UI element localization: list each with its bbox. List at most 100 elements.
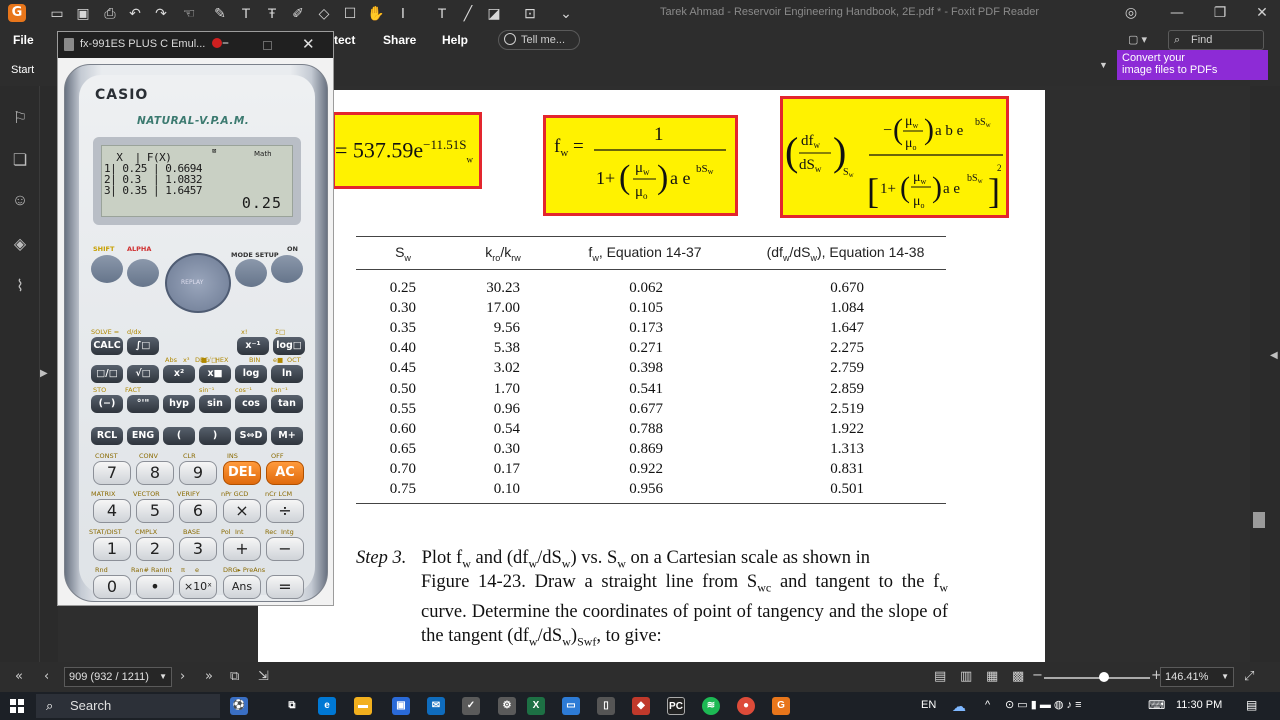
keyboard-icon[interactable]: ⌨ — [1148, 698, 1165, 712]
key-plus[interactable]: + — [223, 537, 261, 561]
zoom-slider[interactable] — [1044, 677, 1150, 679]
pencil-icon[interactable]: ✐ — [289, 4, 307, 22]
tab-start[interactable]: Start — [11, 64, 34, 76]
key-deg[interactable]: °'" — [127, 395, 159, 413]
minimize-button[interactable]: — — [1164, 3, 1190, 23]
pin-icon[interactable] — [212, 38, 222, 48]
skin-dropdown-icon[interactable]: ▢ ▾ — [1128, 33, 1147, 46]
key-n9[interactable]: 9 — [179, 461, 217, 485]
close-button[interactable]: ✕ — [1249, 3, 1275, 23]
key-eng[interactable]: ENG — [127, 427, 159, 445]
excel-icon[interactable]: X — [527, 697, 545, 715]
key-rcl[interactable]: RCL — [91, 427, 123, 445]
key-n0[interactable]: 0 — [93, 575, 131, 599]
key-n3[interactable]: 3 — [179, 537, 217, 561]
highlight-icon[interactable]: ✎ — [211, 4, 229, 22]
menu-protect[interactable]: tect — [334, 33, 355, 47]
account-icon[interactable]: ◎ — [1118, 3, 1144, 23]
calculator-emulator-window[interactable]: fx-991ES PLUS C Emul... – ✕ CASIO NATURA… — [57, 31, 334, 606]
key-n2[interactable]: 2 — [136, 537, 174, 561]
last-page-icon[interactable]: » — [205, 670, 213, 684]
facing-view-icon[interactable]: ▦ — [986, 670, 998, 684]
mode-key[interactable] — [235, 259, 267, 287]
line-tool-icon[interactable]: ╱ — [459, 4, 477, 22]
weather-cloud-icon[interactable]: ☁ — [952, 698, 966, 715]
convert-promo-banner[interactable]: Convert your image files to PDFs — [1117, 50, 1268, 80]
previous-page-icon[interactable]: ‹ — [44, 670, 49, 684]
key-calc[interactable]: CALC — [91, 337, 123, 355]
spotify-icon[interactable]: ≋ — [702, 697, 720, 715]
shapes-icon[interactable]: ◪ — [485, 4, 503, 22]
key-minus[interactable]: − — [266, 537, 304, 561]
tray-overflow-icon[interactable]: ^ — [985, 699, 990, 711]
note-icon[interactable]: ☐ — [341, 4, 359, 22]
collapse-right-panel-icon[interactable]: ◀ — [1270, 350, 1278, 361]
key-sq[interactable]: x² — [163, 365, 195, 383]
taskbar-search[interactable]: Search — [36, 694, 220, 718]
key-exp[interactable]: ×10ˣ — [179, 575, 217, 599]
replay-dpad[interactable]: REPLAY — [165, 253, 231, 313]
pycharm-icon[interactable]: PC — [667, 697, 685, 715]
continuous-view-icon[interactable]: ▥ — [960, 670, 972, 684]
key-eq[interactable]: = — [266, 575, 304, 599]
comments-icon[interactable]: ☺ — [10, 192, 30, 214]
continuous-facing-view-icon[interactable]: ▩ — [1012, 670, 1024, 684]
key-lpar[interactable]: ( — [163, 427, 195, 445]
tell-me-input[interactable]: Tell me... — [498, 30, 580, 50]
menu-help[interactable]: Help — [442, 33, 468, 47]
expand-panel-icon[interactable]: ▶ — [40, 368, 48, 379]
calculator-close-button[interactable]: ✕ — [302, 35, 315, 53]
crop-icon[interactable]: ⊡ — [521, 4, 539, 22]
single-page-view-icon[interactable]: ▤ — [934, 670, 946, 684]
attachment-icon[interactable]: ⌇ — [10, 276, 30, 298]
key-frac[interactable]: □/□ — [91, 365, 123, 383]
key-div[interactable]: ÷ — [266, 499, 304, 523]
select-text-icon[interactable]: Ⅰ — [394, 4, 412, 22]
key-log[interactable]: log — [235, 365, 267, 383]
hand-tool-icon[interactable]: ✋ — [367, 4, 385, 22]
calculator-titlebar[interactable]: fx-991ES PLUS C Emul... – ✕ — [58, 32, 333, 58]
file-explorer-icon[interactable]: ▬ — [354, 697, 372, 715]
save-icon[interactable]: ▣ — [74, 4, 92, 22]
typewriter-icon[interactable]: Ŧ — [263, 4, 281, 22]
mail-icon[interactable]: ✉ — [427, 697, 445, 715]
store-icon[interactable]: ▣ — [392, 697, 410, 715]
alpha-key[interactable] — [127, 259, 159, 287]
bookmark-icon[interactable]: ⚐ — [10, 108, 30, 130]
menu-file[interactable]: File — [13, 33, 34, 47]
key-tan[interactable]: tan — [271, 395, 303, 413]
pdf-tool-icon[interactable]: ◆ — [632, 697, 650, 715]
key-sqrt[interactable]: √□ — [127, 365, 159, 383]
key-hyp[interactable]: hyp — [163, 395, 195, 413]
open-folder-icon[interactable]: ▭ — [48, 4, 66, 22]
key-pow[interactable]: x■ — [199, 365, 231, 383]
key-n6[interactable]: 6 — [179, 499, 217, 523]
eraser-icon[interactable]: ◇ — [315, 4, 333, 22]
key-n8[interactable]: 8 — [136, 461, 174, 485]
next-page-icon[interactable]: › — [180, 670, 185, 684]
foxit-task-icon[interactable]: G — [772, 697, 790, 715]
customize-dropdown-icon[interactable]: ⌄ — [557, 4, 575, 22]
key-n5[interactable]: 5 — [136, 499, 174, 523]
key-sin[interactable]: sin — [199, 395, 231, 413]
typewriter-tool-icon[interactable]: T — [433, 4, 451, 22]
notification-icon[interactable]: ▤ — [1246, 698, 1257, 712]
windows-start-icon[interactable] — [10, 699, 24, 713]
key-n4[interactable]: 4 — [93, 499, 131, 523]
key-cos[interactable]: cos — [235, 395, 267, 413]
zoom-level-select[interactable]: 146.41% ▼ — [1160, 667, 1234, 687]
restore-button[interactable]: ❐ — [1207, 3, 1233, 23]
task-view-icon[interactable]: ⧉ — [283, 697, 301, 715]
pages-icon[interactable]: ❏ — [10, 150, 30, 172]
on-key[interactable] — [271, 255, 303, 283]
system-clock[interactable]: 11:30 PM — [1176, 699, 1222, 711]
text-tool-icon[interactable]: T — [237, 4, 255, 22]
key-n1[interactable]: 1 — [93, 537, 131, 561]
key-ln[interactable]: ln — [271, 365, 303, 383]
export-icon[interactable]: ⇲ — [258, 670, 269, 684]
hand-select-icon[interactable]: ☜ — [180, 4, 198, 22]
print-icon[interactable]: ⎙ — [101, 4, 119, 22]
calculator-maximize-button[interactable] — [263, 41, 272, 50]
settings-icon[interactable]: ⚙ — [498, 697, 516, 715]
key-neg[interactable]: (−) — [91, 395, 123, 413]
